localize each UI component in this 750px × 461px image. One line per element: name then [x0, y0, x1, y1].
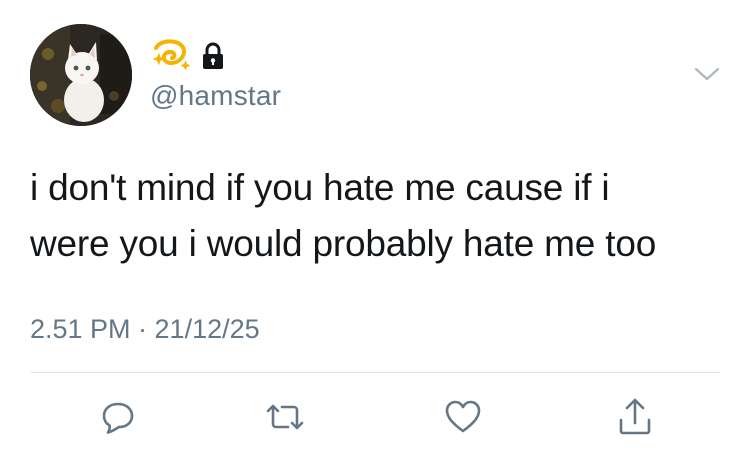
- avatar[interactable]: [30, 24, 132, 126]
- action-bar: [0, 392, 750, 442]
- divider: [30, 372, 720, 373]
- heart-icon: [445, 400, 481, 433]
- tweet-text-line: i don't mind if you hate me cause if i: [30, 167, 610, 208]
- dizzy-emoji-icon: [150, 38, 192, 74]
- reply-icon: [102, 402, 134, 434]
- retweet-button[interactable]: [260, 392, 310, 442]
- share-button[interactable]: [610, 392, 660, 442]
- tweet-text: i don't mind if you hate me cause if i w…: [30, 160, 730, 272]
- tweet-card: @hamstar i don't mind if you hate me cau…: [0, 0, 750, 461]
- user-handle[interactable]: @hamstar: [150, 80, 281, 112]
- tweet-text-line: were you i would probably hate me too: [30, 223, 657, 264]
- retweet-icon: [266, 404, 304, 430]
- chevron-down-icon[interactable]: [692, 64, 722, 84]
- tweet-timestamp[interactable]: 2.51 PM · 21/12/25: [30, 314, 260, 345]
- lock-icon: [200, 41, 226, 71]
- like-button[interactable]: [438, 392, 488, 442]
- share-icon: [619, 398, 651, 435]
- cat-photo-avatar-icon: [30, 24, 132, 126]
- reply-button[interactable]: [93, 392, 143, 442]
- display-name-row[interactable]: [150, 38, 226, 74]
